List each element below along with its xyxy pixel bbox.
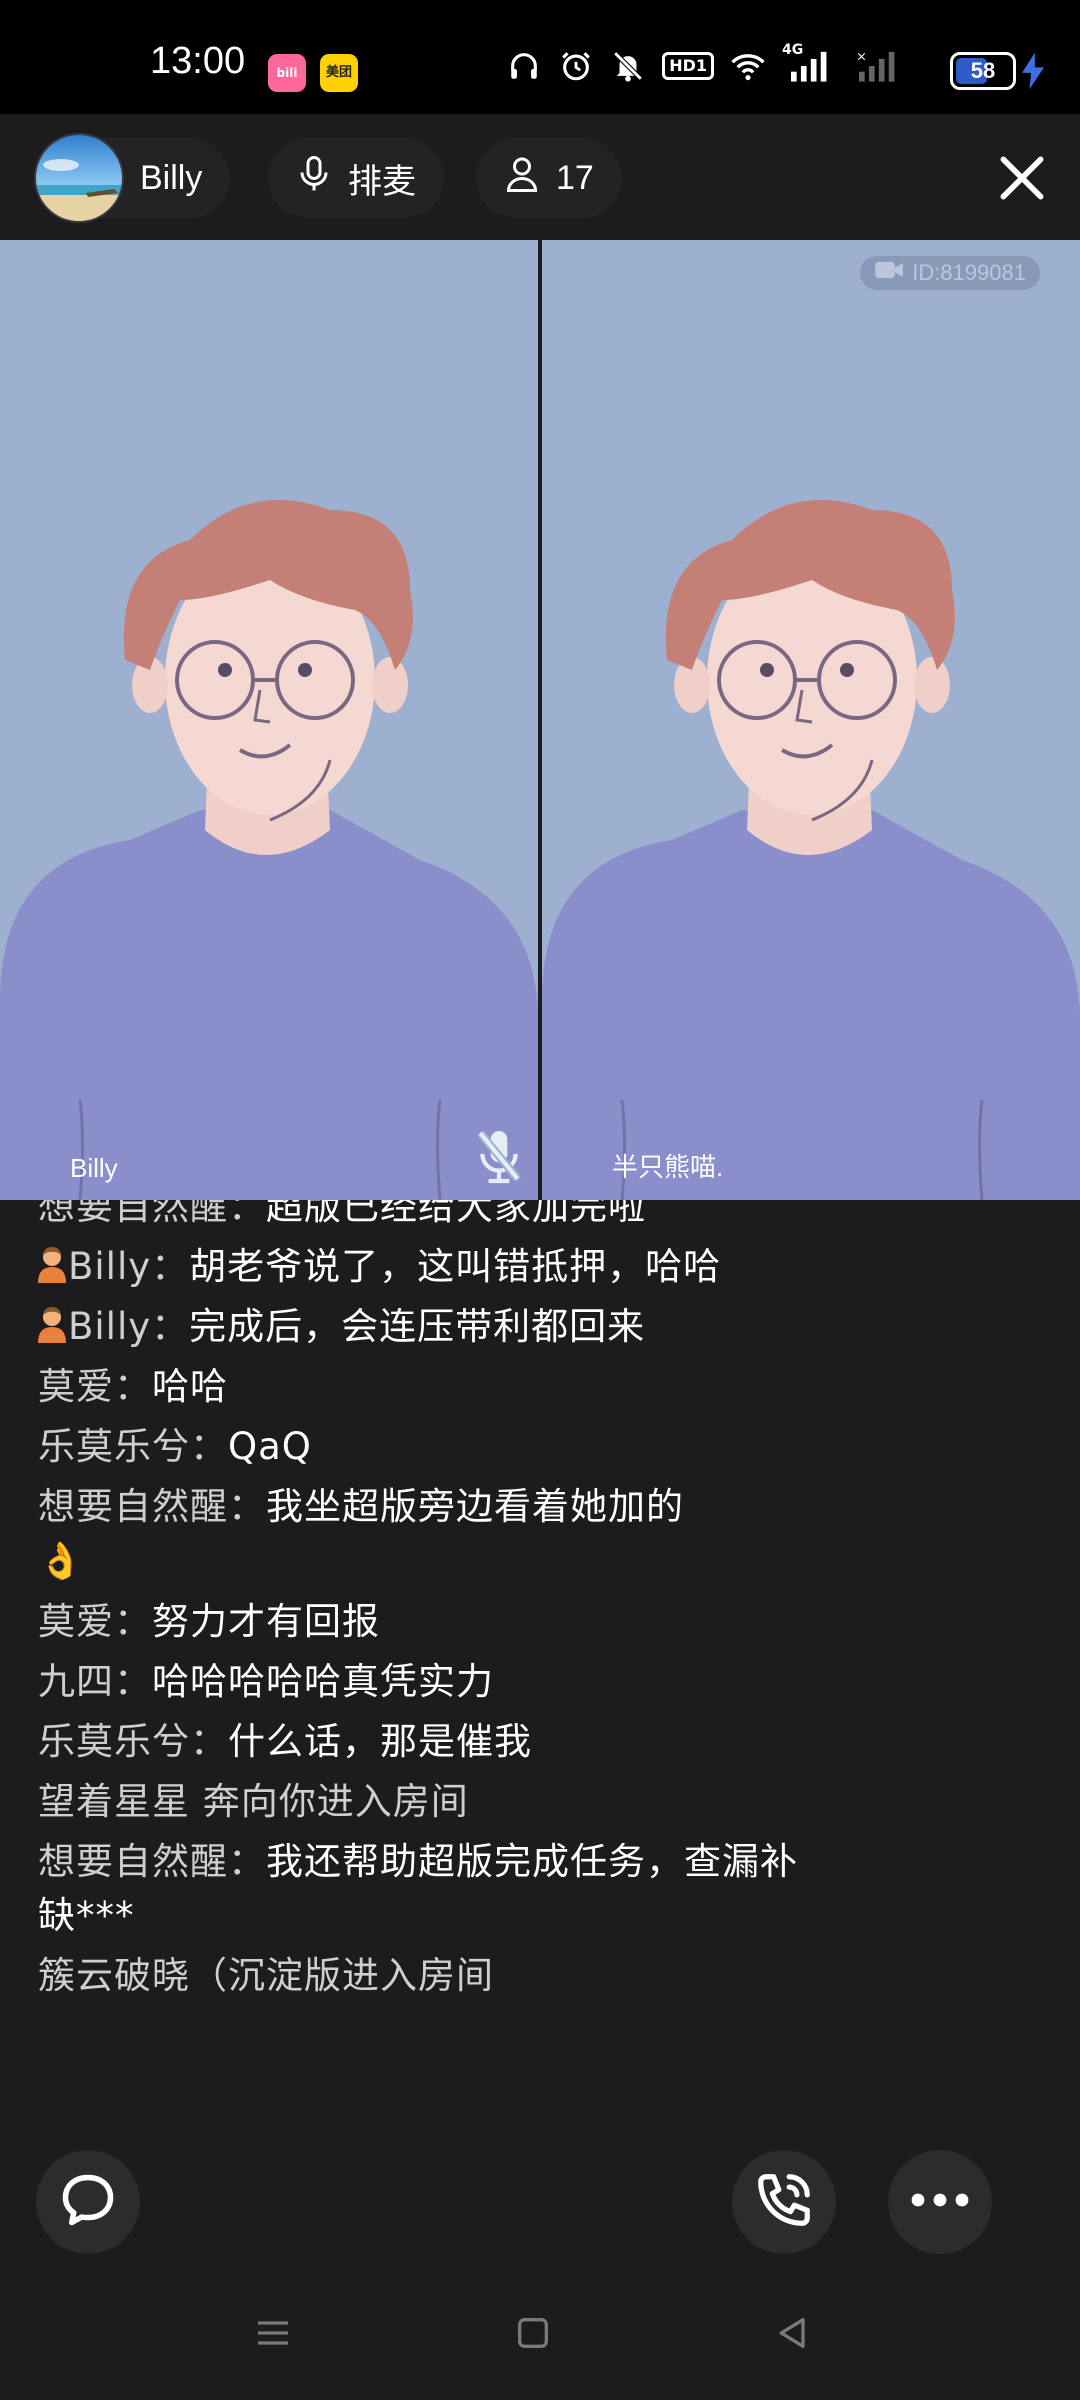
live-room-screen: 13:00 bili 美团 HD1 4G × 58 Billy 排麦 17 Bi…	[0, 0, 1080, 2400]
system-message: 望着星星 奔向你进入房间	[38, 1775, 798, 1829]
chat-message: 九四：哈哈哈哈哈真凭实力	[38, 1655, 798, 1709]
battery-indicator: 58	[950, 52, 1016, 90]
chat-text: 哈哈	[152, 1365, 228, 1408]
meituan-icon: 美团	[320, 54, 358, 92]
battery-level: 58	[970, 58, 996, 83]
chat-nickname[interactable]: 莫爱：	[38, 1600, 152, 1643]
chat-list: 想要自然醒：超版已经给大家加完啦 Billy：胡老爷说了，这叫错抵押，哈哈 Bill…	[38, 1200, 798, 2009]
call-button[interactable]	[732, 2150, 836, 2254]
chat-nickname[interactable]: 九四：	[38, 1660, 152, 1703]
default-avatar-illustration	[542, 240, 1080, 1200]
system-message-text: 簇云破晓（沉淀版进入房间	[38, 1954, 494, 1997]
chat-text: 胡老爷说了，这叫错抵押，哈哈	[189, 1245, 722, 1288]
video-grid: Billy ID:8199081 半只熊喵.	[0, 240, 1080, 1200]
chat-nickname[interactable]: 乐莫乐兮：	[38, 1720, 228, 1763]
participant-name: Billy	[70, 1153, 118, 1183]
chat-nickname[interactable]: 想要自然醒：	[38, 1840, 266, 1883]
bilibili-icon: bili	[268, 54, 306, 92]
chat-feed[interactable]: 想要自然醒：超版已经给大家加完啦 Billy：胡老爷说了，这叫错抵押，哈哈 Bill…	[38, 1200, 1038, 2140]
chat-text: QaQ	[228, 1425, 312, 1468]
chat-message: Billy：胡老爷说了，这叫错抵押，哈哈	[38, 1240, 798, 1294]
chat-message: 莫爱：努力才有回报	[38, 1595, 798, 1649]
ok-hand-emoji: 👌	[38, 1541, 84, 1582]
room-header: Billy 排麦 17	[0, 114, 1080, 240]
chat-message: 想要自然醒：我还帮助超版完成任务，查漏补缺***	[38, 1835, 798, 1943]
status-bar: 13:00 bili 美团 HD1 4G × 58	[0, 0, 1080, 114]
chat-nickname[interactable]: 想要自然醒：	[38, 1485, 266, 1528]
chat-nickname[interactable]: Billy：	[68, 1245, 189, 1288]
video-tile[interactable]: ID:8199081 半只熊喵.	[542, 240, 1080, 1200]
chat-nickname[interactable]: 乐莫乐兮：	[38, 1425, 228, 1468]
chat-nickname[interactable]: 莫爱：	[38, 1365, 152, 1408]
host-badge-icon	[38, 1305, 68, 1348]
mute-bell-icon	[610, 48, 646, 84]
person-icon	[504, 154, 540, 203]
participant-name: 半只熊喵.	[612, 1152, 724, 1182]
svg-text:×: ×	[856, 49, 867, 64]
chat-text: 我坐超版旁边看着她加的	[266, 1485, 684, 1528]
charging-icon	[1022, 52, 1044, 99]
chat-text: 哈哈哈哈哈真凭实力	[152, 1660, 494, 1703]
microphone-icon	[296, 154, 332, 203]
viewer-count: 17	[556, 158, 594, 197]
chat-text: 努力才有回报	[152, 1600, 380, 1643]
host-name: Billy	[140, 158, 203, 197]
host-badge-icon	[38, 1245, 68, 1288]
headphones-icon	[506, 48, 542, 84]
video-tile[interactable]: Billy	[0, 240, 538, 1200]
mic-queue-label: 排麦	[348, 161, 416, 202]
avatar	[34, 133, 124, 223]
phone-call-icon	[753, 2169, 815, 2235]
video-camera-icon	[874, 259, 904, 287]
signal-4g-icon: 4G	[782, 42, 834, 84]
chat-text: 什么话，那是催我	[228, 1720, 532, 1763]
chat-input-button[interactable]	[36, 2150, 140, 2254]
recents-icon[interactable]	[248, 2308, 298, 2358]
wifi-icon	[730, 48, 766, 84]
back-icon[interactable]	[768, 2308, 818, 2358]
chat-nickname[interactable]: Billy：	[68, 1305, 189, 1348]
chat-message: 想要自然醒：超版已经给大家加完啦	[38, 1200, 798, 1234]
system-message-text: 望着星星 奔向你进入房间	[38, 1780, 469, 1823]
network-type: 4G	[782, 42, 804, 58]
home-icon[interactable]	[508, 2308, 558, 2358]
viewer-list-button[interactable]: 17	[476, 138, 622, 218]
more-options-button[interactable]	[888, 2150, 992, 2254]
alarm-icon	[558, 48, 594, 84]
chat-message: 乐莫乐兮：QaQ	[38, 1420, 798, 1474]
default-avatar-illustration	[0, 240, 538, 1200]
mic-queue-button[interactable]: 排麦	[268, 138, 444, 218]
chat-bubble-icon	[58, 2170, 118, 2234]
hd-voice-icon: HD1	[662, 52, 714, 80]
host-profile-button[interactable]: Billy	[34, 133, 231, 223]
system-navigation-bar	[0, 2270, 1080, 2400]
room-id: ID:8199081	[912, 260, 1026, 285]
chat-message: 莫爱：哈哈	[38, 1360, 798, 1414]
chat-message: 想要自然醒：我坐超版旁边看着她加的 👌	[38, 1480, 798, 1589]
chat-nickname[interactable]: 想要自然醒：	[38, 1200, 266, 1228]
chat-text: 完成后，会连压带利都回来	[189, 1305, 646, 1348]
chat-message: 乐莫乐兮：什么话，那是催我	[38, 1715, 798, 1769]
chat-message: Billy：完成后，会连压带利都回来	[38, 1300, 798, 1354]
close-icon[interactable]	[994, 150, 1050, 206]
signal-sim2-icon: ×	[850, 48, 902, 84]
more-icon	[910, 2190, 970, 2214]
chat-text: 超版已经给大家加完啦	[266, 1200, 646, 1228]
room-id-badge: ID:8199081	[860, 256, 1040, 290]
system-message: 簇云破晓（沉淀版进入房间	[38, 1949, 798, 2003]
status-time: 13:00	[150, 40, 246, 82]
mic-muted-icon	[474, 1126, 524, 1186]
status-icons: HD1 4G ×	[506, 42, 902, 84]
